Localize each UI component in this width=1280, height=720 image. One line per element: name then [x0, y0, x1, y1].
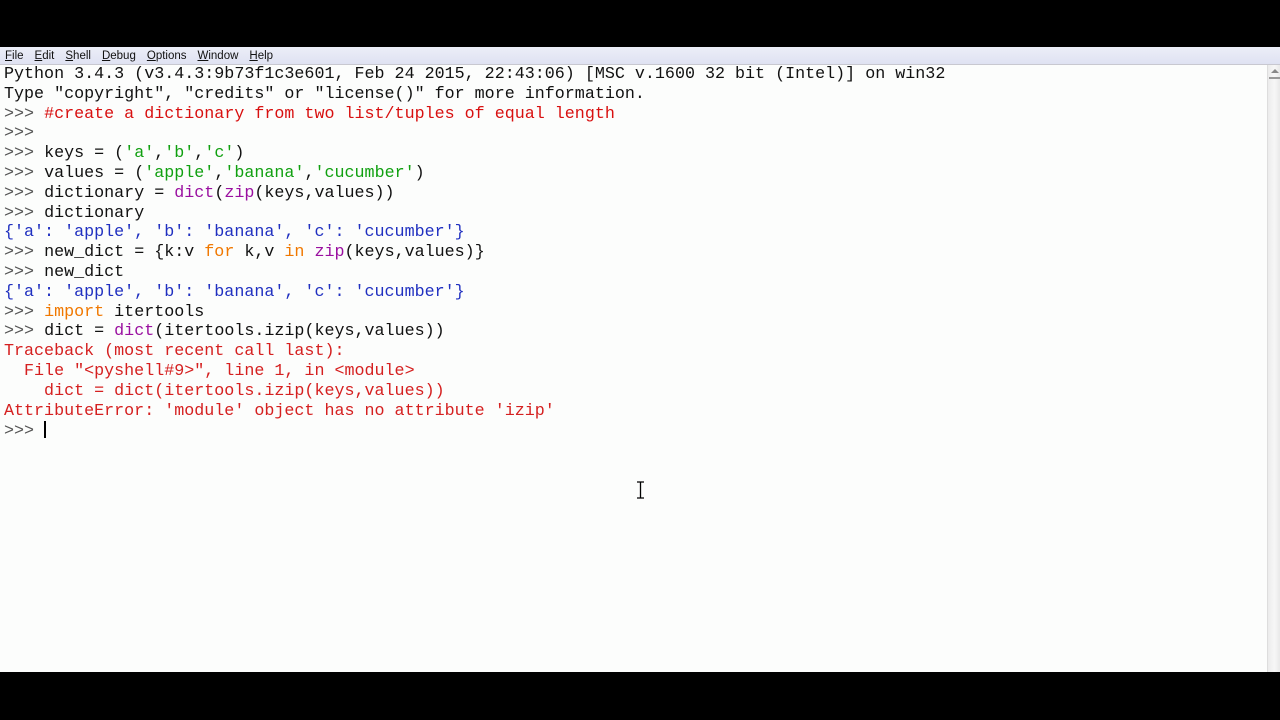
prompt: >>> — [4, 422, 45, 442]
text-segment-error: Traceback (most recent call last): — [4, 342, 345, 362]
prompt: >>> — [4, 183, 45, 203]
text-segment-error: File "<pyshell#9>", line 1, in <module> — [4, 361, 415, 381]
text-segment-plain: ) — [234, 144, 245, 164]
ibeam-cursor-icon — [637, 481, 644, 499]
text-segment-builtin: dict — [114, 322, 155, 342]
text-segment-plain: (keys,values)} — [344, 243, 485, 263]
text-segment-plain: dict = — [44, 322, 115, 342]
text-segment-string: 'a' — [124, 144, 155, 164]
shell-line: dict = dict(itertools.izip(keys,values)) — [4, 382, 945, 402]
text-segment-plain: new_dict = {k:v — [44, 243, 205, 263]
menu-options[interactable]: Options — [147, 50, 187, 62]
text-segment-plain: Type "copyright", "credits" or "license(… — [4, 84, 645, 104]
text-segment-plain: (keys,values)) — [254, 183, 395, 203]
menu-debug[interactable]: Debug — [102, 50, 136, 62]
text-segment-plain: , — [214, 163, 225, 183]
shell-line: >>> — [4, 421, 945, 441]
text-segment-string: 'cucumber' — [314, 163, 415, 183]
shell-line: >>> dict = dict(itertools.izip(keys,valu… — [4, 322, 945, 342]
text-segment-keyword: for — [204, 243, 235, 263]
shell-line: {'a': 'apple', 'b': 'banana', 'c': 'cucu… — [4, 283, 945, 303]
text-segment-plain: keys = ( — [44, 144, 125, 164]
text-segment-plain: dictionary — [44, 203, 145, 223]
prompt: >>> — [4, 302, 45, 322]
text-segment-error: dict = dict(itertools.izip(keys,values)) — [4, 381, 445, 401]
text-segment-comment: #create a dictionary from two list/tuple… — [44, 104, 615, 124]
text-segment-builtin: zip — [224, 183, 255, 203]
shell-line: >>> new_dict = {k:v for k,v in zip(keys,… — [4, 243, 945, 263]
shell-line: {'a': 'apple', 'b': 'banana', 'c': 'cucu… — [4, 223, 945, 243]
scroll-up-arrow-icon[interactable] — [1271, 69, 1279, 73]
menu-file[interactable]: File — [5, 50, 24, 62]
text-caret — [44, 421, 47, 439]
menu-shell[interactable]: Shell — [65, 50, 91, 62]
text-segment-keyword: in — [284, 243, 305, 263]
prompt: >>> — [4, 163, 45, 183]
prompt: >>> — [4, 144, 45, 164]
menu-window[interactable]: Window — [198, 50, 239, 62]
prompt: >>> — [4, 104, 45, 124]
shell-line: >>> #create a dictionary from two list/t… — [4, 105, 945, 125]
vertical-scrollbar[interactable] — [1267, 65, 1280, 672]
shell-line: File "<pyshell#9>", line 1, in <module> — [4, 362, 945, 382]
text-segment-plain: , — [194, 144, 205, 164]
menu-edit[interactable]: Edit — [35, 50, 55, 62]
shell-output[interactable]: Python 3.4.3 (v3.4.3:9b73f1c3e601, Feb 2… — [4, 65, 945, 441]
text-segment-plain: (itertools.izip(keys,values)) — [154, 322, 445, 342]
text-segment-string: 'b' — [164, 144, 195, 164]
prompt: >>> — [4, 262, 45, 282]
text-segment-plain: ( — [214, 183, 225, 203]
text-segment-string: 'c' — [204, 144, 235, 164]
text-segment-plain: , — [154, 144, 165, 164]
shell-line: Type "copyright", "credits" or "license(… — [4, 85, 945, 105]
shell-line: >>> dictionary — [4, 204, 945, 224]
text-segment-builtin: dict — [174, 183, 215, 203]
python-shell-text-area[interactable]: Python 3.4.3 (v3.4.3:9b73f1c3e601, Feb 2… — [0, 65, 1267, 672]
shell-line: >>> keys = ('a','b','c') — [4, 144, 945, 164]
shell-line: Traceback (most recent call last): — [4, 342, 945, 362]
text-segment-plain: new_dict — [44, 262, 125, 282]
text-segment-string: 'banana' — [224, 163, 305, 183]
shell-line: >>> import itertools — [4, 303, 945, 323]
prompt: >>> — [4, 243, 45, 263]
text-segment-string: 'apple' — [144, 163, 215, 183]
text-segment-plain: ) — [414, 163, 425, 183]
prompt: >>> — [4, 322, 45, 342]
text-segment-output: {'a': 'apple', 'b': 'banana', 'c': 'cucu… — [4, 282, 465, 302]
text-segment-plain: , — [304, 163, 315, 183]
text-segment-plain: k,v — [234, 243, 285, 263]
shell-line: >>> dictionary = dict(zip(keys,values)) — [4, 184, 945, 204]
shell-line: >>> — [4, 124, 945, 144]
scroll-thumb[interactable] — [1269, 77, 1280, 79]
text-segment-error: AttributeError: 'module' object has no a… — [4, 401, 555, 421]
text-segment-plain: Python 3.4.3 (v3.4.3:9b73f1c3e601, Feb 2… — [4, 65, 946, 84]
text-segment-plain: itertools — [104, 302, 205, 322]
shell-line: >>> new_dict — [4, 263, 945, 283]
prompt: >>> — [4, 203, 45, 223]
menu-bar: File Edit Shell Debug Options Window Help — [0, 47, 1280, 65]
prompt: >>> — [4, 124, 45, 144]
text-segment-plain — [304, 243, 314, 262]
shell-line: Python 3.4.3 (v3.4.3:9b73f1c3e601, Feb 2… — [4, 65, 945, 85]
text-segment-output: {'a': 'apple', 'b': 'banana', 'c': 'cucu… — [4, 223, 465, 243]
text-segment-plain: values = ( — [44, 163, 145, 183]
shell-line: AttributeError: 'module' object has no a… — [4, 402, 945, 422]
text-segment-plain: dictionary = — [44, 183, 175, 203]
text-segment-builtin: zip — [314, 243, 345, 263]
shell-line: >>> values = ('apple','banana','cucumber… — [4, 164, 945, 184]
text-segment-keyword: import — [44, 302, 105, 322]
menu-help[interactable]: Help — [249, 50, 273, 62]
